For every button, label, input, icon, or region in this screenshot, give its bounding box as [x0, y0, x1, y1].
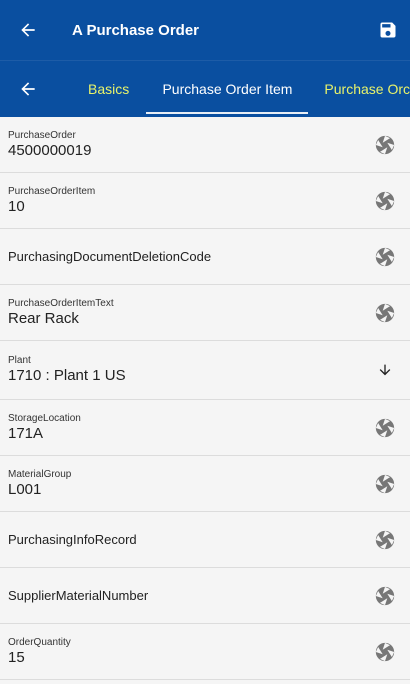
field-value: 10 [8, 197, 25, 215]
save-button[interactable] [366, 0, 410, 60]
field-label: Plant [8, 355, 31, 366]
field-supplier-material-number[interactable]: SupplierMaterialNumber [0, 568, 410, 624]
field-label: PurchaseOrderItem [8, 185, 96, 197]
field-list: PurchaseOrder 4500000019 PurchaseOrderIt… [0, 117, 410, 680]
field-purchasing-document-deletion-code[interactable]: PurchasingDocumentDeletionCode [0, 229, 410, 285]
field-label: PurchaseOrder [8, 129, 76, 141]
camera-shutter-icon[interactable] [372, 415, 398, 441]
field-label: PurchasingInfoRecord [8, 532, 137, 547]
camera-shutter-icon[interactable] [372, 300, 398, 326]
field-purchase-order-item-text[interactable]: PurchaseOrderItemText Rear Rack [0, 285, 410, 341]
field-value: 1710 : Plant 1 US [8, 367, 126, 384]
arrow-left-icon [21, 82, 35, 96]
field-purchase-order-item[interactable]: PurchaseOrderItem 10 [0, 173, 410, 229]
field-value: 15 [8, 648, 25, 666]
field-label: PurchaseOrderItemText [8, 297, 114, 309]
field-purchase-order[interactable]: PurchaseOrder 4500000019 [0, 117, 410, 173]
page-title: A Purchase Order [72, 21, 199, 39]
field-label: MaterialGroup [8, 468, 72, 480]
field-purchasing-info-record[interactable]: PurchasingInfoRecord [0, 512, 410, 568]
camera-shutter-icon[interactable] [372, 639, 398, 665]
field-value: 4500000019 [8, 141, 92, 159]
app-bar: A Purchase Order [0, 0, 410, 60]
arrow-down-icon[interactable] [372, 357, 398, 383]
tab-purchase-order[interactable]: Purchase Orc [324, 61, 410, 117]
field-label: StorageLocation [8, 412, 81, 424]
field-storage-location[interactable]: StorageLocation 171A [0, 400, 410, 456]
save-icon [380, 22, 396, 38]
camera-shutter-icon[interactable] [372, 132, 398, 158]
camera-shutter-icon[interactable] [372, 188, 398, 214]
arrow-left-icon [21, 23, 35, 37]
camera-shutter-icon[interactable] [372, 527, 398, 553]
field-plant[interactable]: Plant 1710 : Plant 1 US [0, 341, 410, 400]
camera-shutter-icon[interactable] [372, 244, 398, 270]
field-label: PurchasingDocumentDeletionCode [8, 249, 212, 264]
camera-shutter-icon[interactable] [372, 471, 398, 497]
tab-purchase-order-item[interactable]: Purchase Order Item [146, 61, 309, 117]
field-label: SupplierMaterialNumber [8, 588, 149, 603]
field-order-quantity[interactable]: OrderQuantity 15 [0, 624, 410, 680]
field-value: Rear Rack [8, 309, 79, 327]
field-value: 171A [8, 424, 44, 442]
field-material-group[interactable]: MaterialGroup L001 [0, 456, 410, 512]
tab-back-button[interactable] [0, 61, 56, 117]
field-label: OrderQuantity [8, 636, 71, 648]
tab-bar: Basics Purchase Order Item Purchase Orc [0, 60, 410, 117]
tab-basics[interactable]: Basics [88, 61, 146, 117]
camera-shutter-icon[interactable] [372, 583, 398, 609]
field-value: L001 [8, 480, 42, 498]
back-button[interactable] [0, 0, 56, 60]
